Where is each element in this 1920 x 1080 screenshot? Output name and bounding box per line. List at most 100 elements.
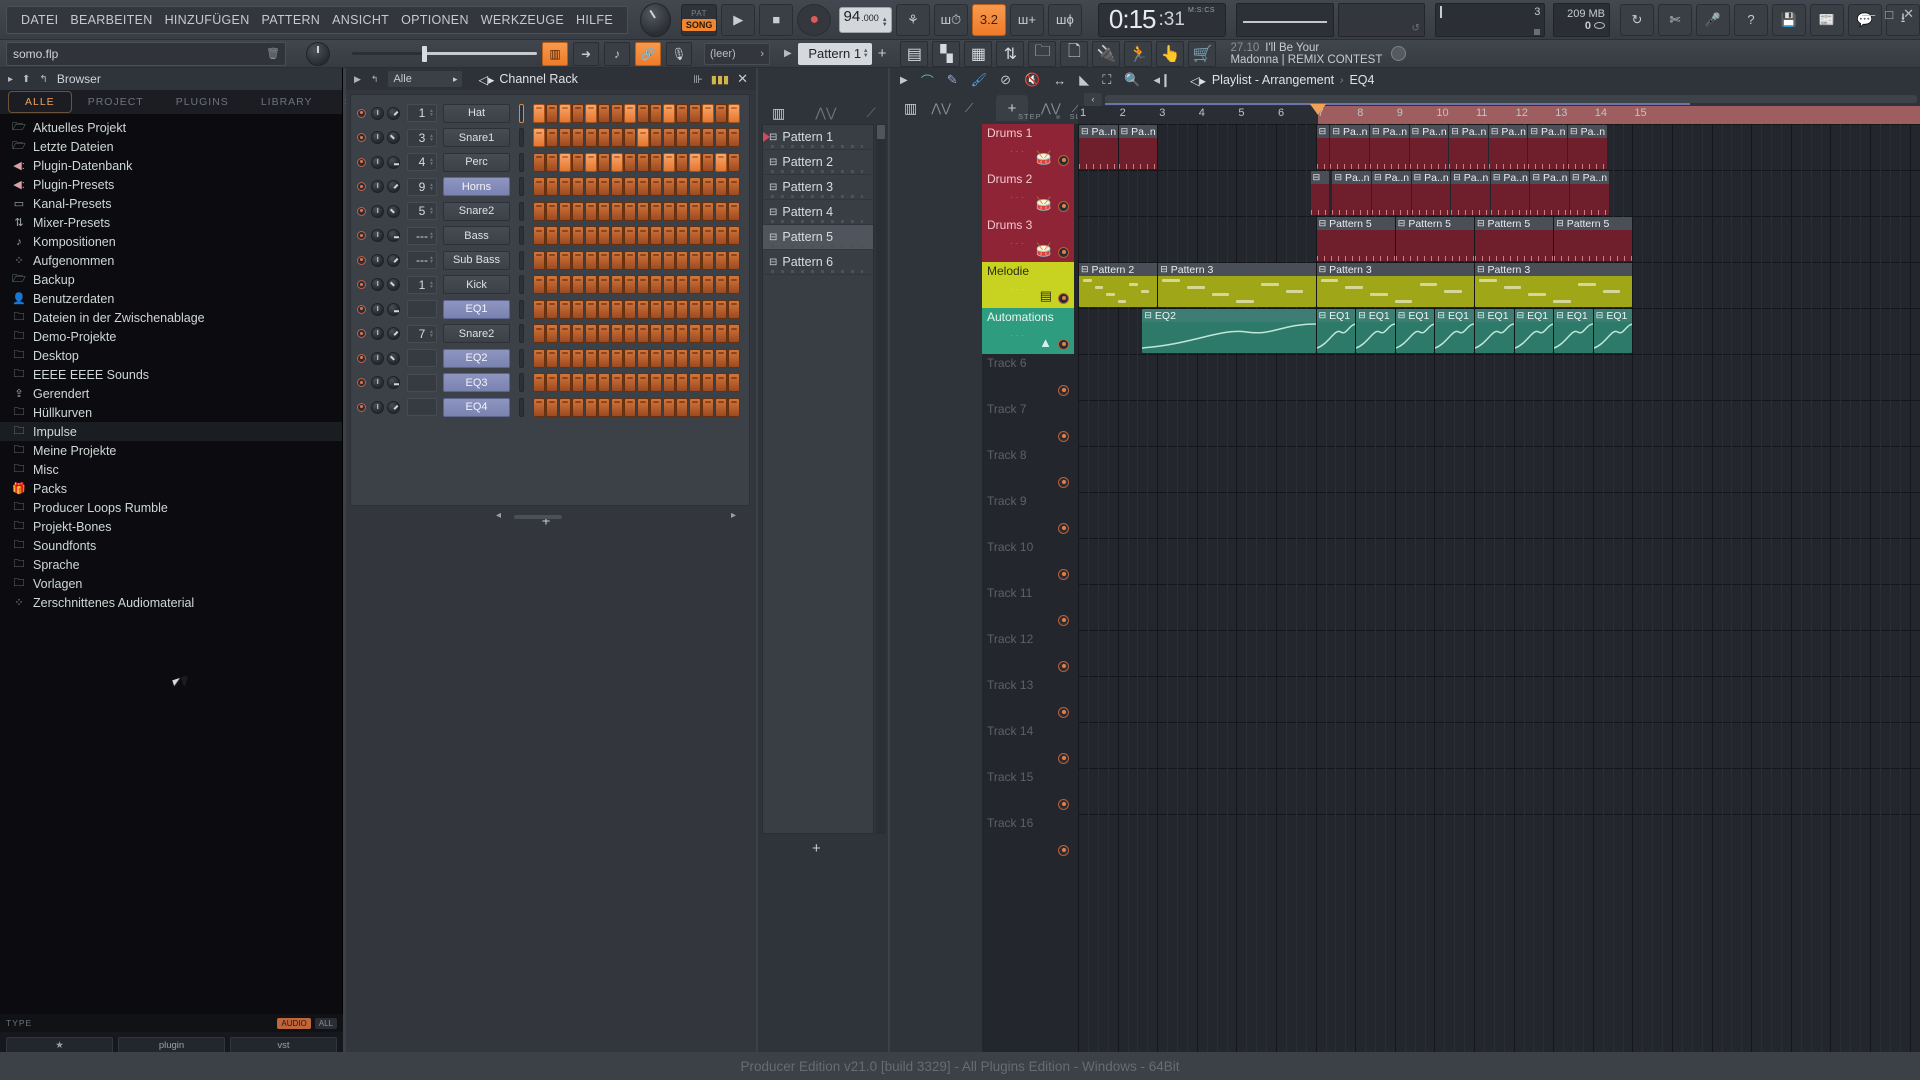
play-icon[interactable]: ▶ — [900, 75, 908, 86]
playlist-clip[interactable]: ⊟Pa..n 1 — [1488, 125, 1528, 169]
browser-item-gerendert[interactable]: ⇪ Gerendert — [0, 384, 342, 403]
step-button[interactable] — [624, 250, 636, 270]
channel-filter-select[interactable]: Alle ▸ — [388, 71, 463, 87]
playlist-clip[interactable]: ⊟ Pattern 5 — [1316, 217, 1395, 261]
step-button[interactable] — [546, 177, 558, 197]
loop-mode-button[interactable]: шϕ — [1047, 3, 1082, 36]
channel-volume-knob[interactable] — [387, 278, 400, 292]
piano-roll-icon[interactable]: ▥ — [904, 100, 917, 117]
channel-volume-knob[interactable] — [387, 253, 400, 267]
tempo-display[interactable]: 94 .000 ▲ ▼ — [839, 6, 892, 33]
step-button[interactable] — [611, 299, 623, 319]
arrow-button[interactable]: ➜ — [573, 41, 599, 66]
step-button[interactable] — [624, 275, 636, 295]
playlist-ruler[interactable]: 1 2 3 4 5 6 7 8 9 10 11 12 13 14 15 — [1078, 104, 1920, 124]
empty-selector[interactable]: (leer) › — [704, 42, 770, 65]
close-button[interactable]: ✕ — [1903, 6, 1914, 22]
wait-for-input-button[interactable]: ш⏱ — [933, 3, 968, 36]
browser-tab-alle[interactable]: ALLE — [8, 91, 72, 113]
step-button[interactable] — [533, 275, 545, 295]
step-button[interactable] — [637, 103, 649, 123]
step-button[interactable] — [624, 299, 636, 319]
step-button[interactable] — [546, 128, 558, 148]
step-button[interactable] — [624, 324, 636, 344]
step-button[interactable] — [715, 299, 727, 319]
channel-row[interactable]: --- ▲ ▼ Sub Bass — [351, 248, 749, 273]
browser-item-plugin-datenbank[interactable]: ◀: Plugin-Datenbank — [0, 156, 342, 175]
step-button[interactable] — [689, 299, 701, 319]
scroll-back-icon[interactable]: ‹ — [1084, 92, 1102, 106]
expand-icon[interactable]: ▸ — [8, 74, 13, 85]
step-button[interactable] — [650, 177, 662, 197]
step-button[interactable] — [663, 103, 675, 123]
browser-item-aktuelles-projekt[interactable]: 🗁 Aktuelles Projekt — [0, 118, 342, 137]
step-button[interactable] — [702, 373, 714, 393]
step-button[interactable] — [650, 201, 662, 221]
pattern-spinner[interactable]: ▲ ▼ — [863, 48, 869, 59]
step-button[interactable] — [728, 275, 740, 295]
scroll-right-icon[interactable]: ▸ — [731, 510, 736, 521]
track-header-track-10[interactable]: Track 10 — [982, 538, 1074, 584]
channel-select-bar[interactable] — [519, 201, 524, 221]
playlist-clip[interactable]: ⊟ EQ1 — [1356, 309, 1395, 353]
step-button[interactable] — [676, 299, 688, 319]
menu-item-datei[interactable]: DATEI — [15, 13, 64, 27]
channel-mute-led[interactable] — [357, 231, 366, 241]
step-button[interactable] — [676, 348, 688, 368]
channel-pan-knob[interactable] — [371, 327, 384, 341]
channel-mixer-number[interactable] — [407, 398, 437, 417]
step-button[interactable] — [572, 201, 584, 221]
step-button[interactable] — [611, 152, 623, 172]
channel-mute-led[interactable] — [357, 133, 366, 143]
step-button[interactable] — [663, 373, 675, 393]
track-header-track-9[interactable]: Track 9 — [982, 492, 1074, 538]
pattern-item-pattern-6[interactable]: ⊟ Pattern 6 — [763, 250, 873, 275]
menu-item-werkzeuge[interactable]: WERKZEUGE — [475, 13, 570, 27]
channel-volume-knob[interactable] — [387, 155, 400, 169]
step-button[interactable] — [663, 128, 675, 148]
step-button[interactable] — [533, 152, 545, 172]
step-button[interactable] — [676, 275, 688, 295]
step-button[interactable] — [624, 373, 636, 393]
channel-select-bar[interactable] — [519, 299, 524, 319]
mic-button[interactable]: 🎤 — [1696, 3, 1730, 36]
filter-button-plugin[interactable]: plugin — [118, 1036, 225, 1054]
channel-mute-led[interactable] — [357, 329, 366, 339]
browser-item-desktop[interactable]: 🗀 Desktop — [0, 346, 342, 365]
playlist-clip[interactable]: ⊟ Pattern 5 — [1395, 217, 1474, 261]
step-button[interactable] — [637, 250, 649, 270]
playlist-clip[interactable]: ⊟ Pattern 2 — [1079, 263, 1158, 307]
project-file-field[interactable]: somo.flp 🗑 — [6, 41, 286, 66]
channel-pan-knob[interactable] — [371, 180, 384, 194]
step-button[interactable] — [650, 103, 662, 123]
number-spinner[interactable]: ▲ ▼ — [429, 109, 434, 118]
browser-tab-project[interactable]: PROJECT — [72, 92, 160, 112]
channel-row[interactable]: --- ▲ ▼ Bass — [351, 224, 749, 249]
step-button[interactable] — [637, 299, 649, 319]
step-button[interactable] — [650, 348, 662, 368]
step-button[interactable] — [702, 324, 714, 344]
reset-button[interactable]: ↻ — [1620, 3, 1654, 36]
step-button[interactable] — [728, 103, 740, 123]
step-button[interactable] — [715, 250, 727, 270]
filter-button--[interactable]: ★ — [6, 1036, 113, 1054]
add-pattern-button-2[interactable]: + — [812, 840, 821, 857]
number-spinner[interactable]: ▲ ▼ — [429, 133, 434, 142]
step-button[interactable] — [702, 177, 714, 197]
step-button[interactable] — [728, 373, 740, 393]
step-button[interactable] — [702, 103, 714, 123]
step-button[interactable] — [624, 152, 636, 172]
step-button[interactable] — [637, 177, 649, 197]
channel-row[interactable]: EQ4 — [351, 395, 749, 420]
step-button[interactable] — [572, 348, 584, 368]
track-header-track-8[interactable]: Track 8 — [982, 446, 1074, 492]
channel-row[interactable]: EQ3 — [351, 371, 749, 396]
keyboard-icon[interactable]: ▮▮▮ — [711, 73, 729, 86]
browser-item-kompositionen[interactable]: ♪ Kompositionen — [0, 232, 342, 251]
channel-row[interactable]: EQ2 — [351, 346, 749, 371]
step-button[interactable] — [676, 373, 688, 393]
channel-select-bar[interactable] — [519, 275, 524, 295]
playlist-clip[interactable]: ⊟ EQ1 — [1475, 309, 1514, 353]
channel-pan-knob[interactable] — [371, 204, 384, 218]
browser-item-aufgenommen[interactable]: ⁘ Aufgenommen — [0, 251, 342, 270]
